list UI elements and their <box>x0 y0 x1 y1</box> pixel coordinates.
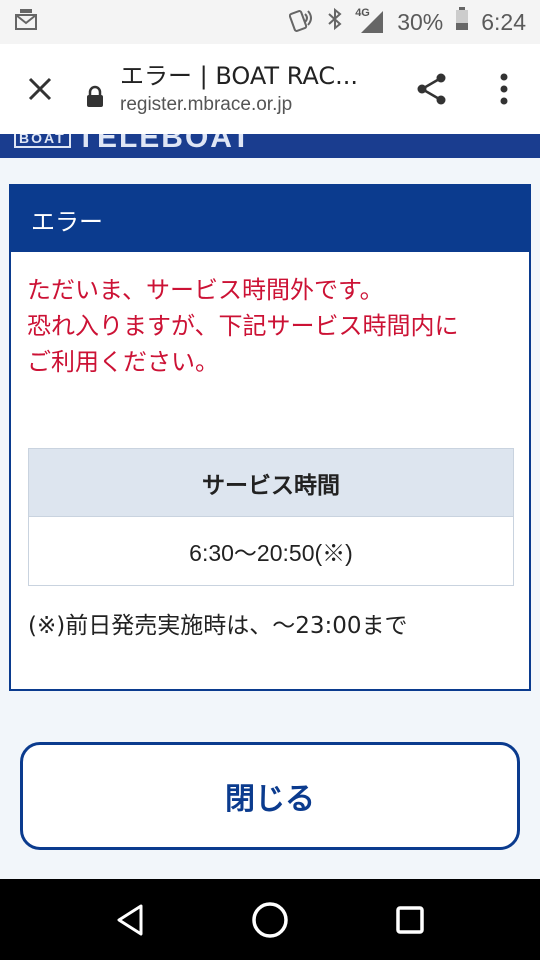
error-message-line: 恐れ入りますが、下記サービス時間内に <box>27 312 459 340</box>
logo-small-text: BOAT <box>14 134 71 148</box>
recents-button[interactable] <box>380 890 440 950</box>
page-url: register.mbrace.or.jp <box>120 94 293 115</box>
clock-time: 6:24 <box>481 8 526 35</box>
teleboat-logo: BOAT TELEBOAT <box>14 134 252 155</box>
error-heading: エラー <box>11 186 529 252</box>
service-hours-value: 6:30〜20:50(※) <box>29 517 513 585</box>
status-bar: 4G 30% 6:24 <box>0 0 540 44</box>
navigation-bar <box>0 879 540 960</box>
lock-icon <box>80 69 110 109</box>
error-message: ただいま、サービス時間外です。 恐れ入りますが、下記サービス時間内に ご利用くだ… <box>11 252 529 380</box>
share-button[interactable] <box>396 44 468 134</box>
inbox-notification-icon <box>14 9 38 35</box>
service-hours-header: サービス時間 <box>29 449 513 517</box>
home-circle-icon <box>252 901 288 938</box>
recents-square-icon <box>396 905 424 934</box>
home-button[interactable] <box>240 890 300 950</box>
close-button[interactable]: 閉じる <box>20 742 520 850</box>
logo-large-text: TELEBOAT <box>76 134 253 154</box>
battery-icon <box>455 7 469 37</box>
back-triangle-icon <box>117 904 143 935</box>
error-message-line: ただいま、サービス時間外です。 <box>27 276 384 304</box>
service-hours-note: (※)前日発売実施時は、〜23:00まで <box>28 613 408 639</box>
site-header: BOAT TELEBOAT <box>0 134 540 158</box>
browser-toolbar: エラー | BOAT RAC... register.mbrace.or.jp <box>0 44 540 134</box>
more-options-button[interactable] <box>468 44 540 134</box>
bluetooth-icon <box>327 7 343 37</box>
page-title: エラー | BOAT RAC... <box>120 62 359 90</box>
page-info[interactable]: エラー | BOAT RAC... register.mbrace.or.jp <box>110 60 396 118</box>
error-panel: エラー ただいま、サービス時間外です。 恐れ入りますが、下記サービス時間内に ご… <box>9 184 531 691</box>
nfc-icon <box>289 6 315 38</box>
signal-icon: 4G <box>355 7 385 35</box>
more-vert-icon <box>500 73 508 105</box>
battery-percent: 30% <box>397 8 444 35</box>
share-icon <box>417 73 446 105</box>
back-button[interactable] <box>100 890 160 950</box>
close-tab-button[interactable] <box>0 44 80 134</box>
web-page: BOAT TELEBOAT エラー ただいま、サービス時間外です。 恐れ入ります… <box>0 134 540 879</box>
close-icon <box>28 77 52 101</box>
error-message-line: ご利用ください。 <box>27 348 219 376</box>
service-hours-table: サービス時間 6:30〜20:50(※) <box>28 448 514 586</box>
